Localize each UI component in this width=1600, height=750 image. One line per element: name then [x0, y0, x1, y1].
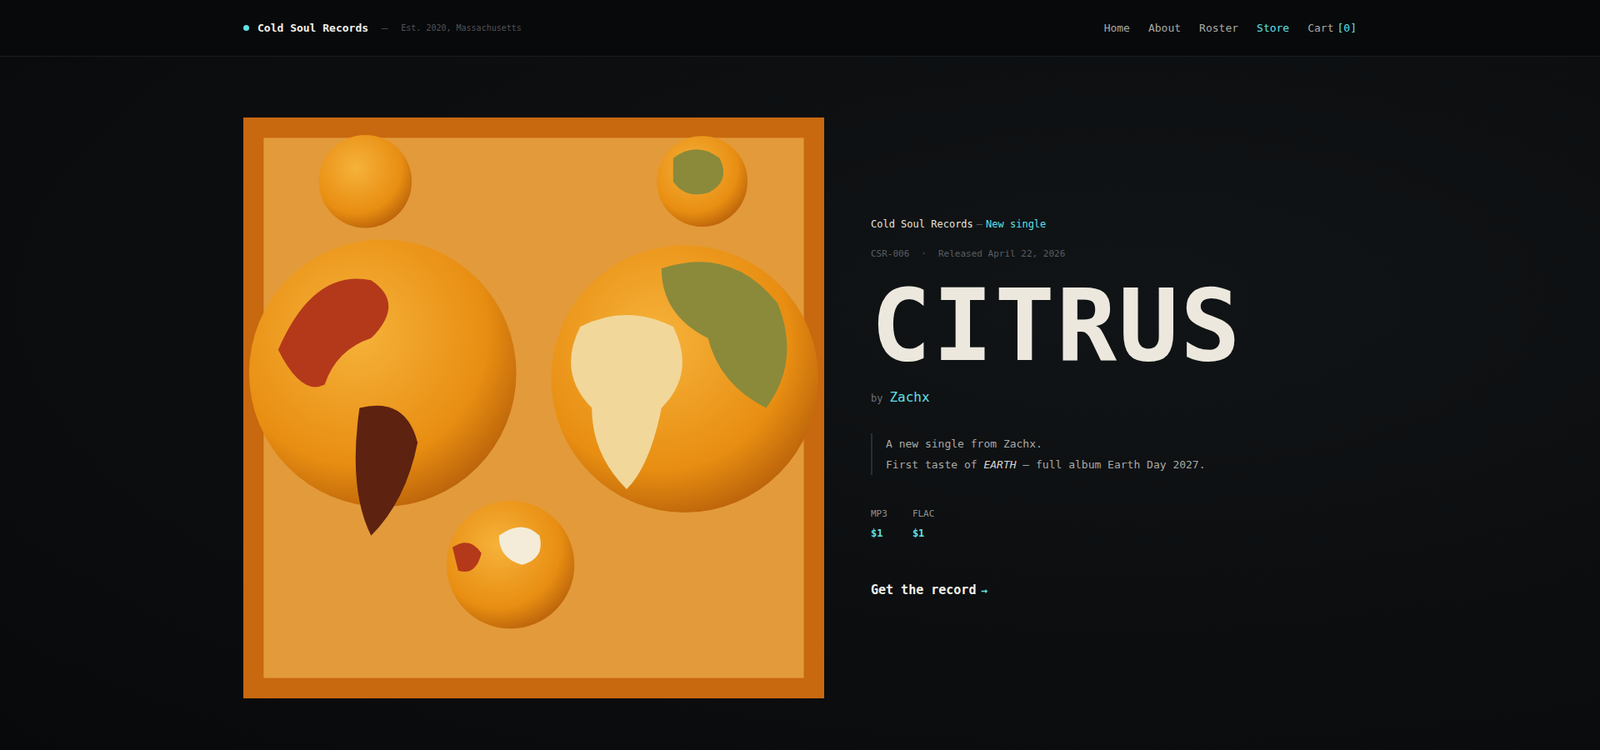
- catalog-number: CSR-006: [870, 248, 910, 260]
- by-label: by: [870, 392, 883, 405]
- formats: MP3 $1 FLAC $1: [870, 508, 935, 540]
- logo-dot-icon: [243, 25, 250, 31]
- brand-separator: —: [381, 22, 388, 35]
- release-info: Cold Soul Records—New single CSR-006 · Rele…: [870, 218, 1242, 598]
- cart-label[interactable]: Cart: [1307, 21, 1334, 35]
- meta-separator: ·: [920, 248, 927, 260]
- label-name[interactable]: Cold Soul Records: [870, 218, 974, 230]
- album-cover: [243, 117, 825, 699]
- arrow-icon[interactable]: →: [980, 584, 988, 597]
- format-option[interactable]: MP3 $1: [870, 508, 888, 540]
- cart-count[interactable]: [0]: [1337, 21, 1357, 35]
- main-nav: Home About Roster Store Cart[0]: [1104, 21, 1357, 35]
- logo-text[interactable]: Cold Soul Records: [257, 21, 369, 35]
- eyebrow-separator: —: [976, 218, 983, 230]
- format-name[interactable]: FLAC: [912, 508, 935, 520]
- get-record-button[interactable]: Get the record →: [870, 582, 988, 598]
- album-name: EARTH: [983, 458, 1016, 471]
- byline: by Zachx: [870, 389, 930, 405]
- description-text: A new single from Zachx.: [885, 437, 1043, 450]
- eyebrow: Cold Soul Records—New single: [870, 218, 1046, 230]
- artist-link[interactable]: Zachx: [889, 389, 930, 405]
- release-title: CITRUS: [870, 270, 1242, 381]
- release-date: Released April 22, 2026: [938, 248, 1065, 260]
- description: A new single from Zachx. First taste of E…: [870, 433, 1206, 475]
- cta-label[interactable]: Get the record: [870, 582, 976, 598]
- brand[interactable]: Cold Soul Records — Est. 2020, Massachuset…: [243, 21, 522, 35]
- page: Cold Soul Records—Est. 2020, Massachuset…: [0, 0, 1600, 750]
- cart-link[interactable]: Cart[0]: [1307, 21, 1357, 35]
- release-type: New single: [985, 218, 1046, 230]
- top-bar: Cold Soul Records — Est. 2020, Massachuset…: [0, 0, 1600, 57]
- nav-link[interactable]: Store: [1256, 21, 1290, 35]
- description-text: — full album Earth Day 2027.: [1016, 458, 1206, 471]
- tagline: Est. 2020, Massachusetts: [400, 23, 522, 33]
- release-meta: CSR-006 · Released April 22, 2026: [870, 248, 1065, 260]
- format-name[interactable]: MP3: [870, 508, 888, 520]
- description-text: First taste of: [885, 458, 984, 471]
- release-section: Cold Soul Records—New single CSR-006 · Rele…: [243, 56, 1357, 749]
- album-cover-icon: [243, 117, 825, 699]
- description-line: A new single from Zachx.: [885, 433, 1206, 455]
- nav-link[interactable]: Roster: [1199, 21, 1239, 35]
- format-price[interactable]: $1: [870, 527, 888, 540]
- format-option[interactable]: FLAC $1: [912, 508, 935, 540]
- description-line: First taste of EARTH — full album Earth …: [885, 454, 1206, 475]
- format-price[interactable]: $1: [912, 527, 935, 540]
- nav-link[interactable]: About: [1148, 21, 1181, 35]
- nav-link[interactable]: Home: [1104, 21, 1130, 35]
